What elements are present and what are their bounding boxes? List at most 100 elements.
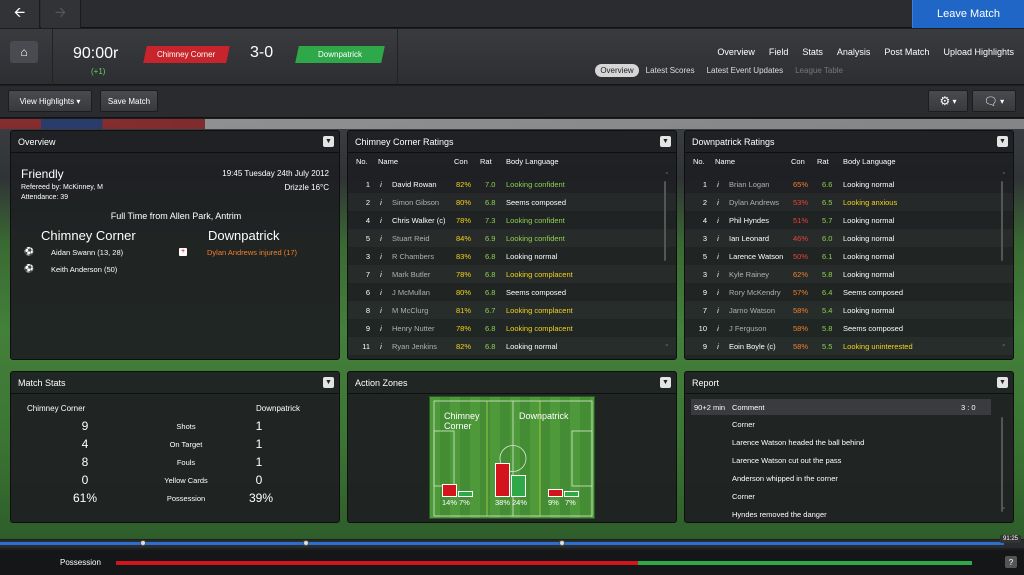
player-row[interactable]: 3 i Ian Leonard 46% 6.0 Looking normal — [685, 229, 1013, 247]
player-row[interactable]: 2 i Dylan Andrews 53% 6.5 Looking anxious — [685, 193, 1013, 211]
info-icon[interactable]: i — [715, 342, 721, 351]
info-icon[interactable]: i — [378, 270, 384, 279]
player-row[interactable]: 10 i J Ferguson 58% 5.8 Seems composed — [685, 319, 1013, 337]
player-row[interactable]: 1 i Brian Logan 65% 6.6 Looking normal — [685, 175, 1013, 193]
player-row[interactable]: 9 i Henry Nutter 78% 6.8 Looking complacent — [348, 319, 676, 337]
panel-menu-button[interactable]: ▼ — [323, 136, 334, 147]
report-line[interactable]: Larence Watson headed the ball behind — [732, 438, 864, 447]
info-icon[interactable]: i — [715, 306, 721, 315]
info-icon[interactable]: i — [378, 324, 384, 333]
info-icon[interactable]: i — [378, 288, 384, 297]
scroll-down-icon[interactable]: ˇ — [1003, 508, 1005, 515]
subnav-league-table[interactable]: League Table — [790, 64, 848, 77]
report-line[interactable]: Corner — [732, 420, 755, 429]
report-line[interactable]: Corner — [732, 492, 755, 501]
nav-stats[interactable]: Stats — [802, 47, 823, 57]
home-team-badge[interactable]: Chimney Corner — [143, 46, 230, 63]
home-event[interactable]: Keith Anderson (50) — [51, 265, 117, 274]
report-line[interactable]: Anderson whipped in the corner — [732, 474, 838, 483]
player-row[interactable]: 8i M McClurg 81% 6.7 Looking complacent — [348, 301, 676, 319]
subnav-latest-event-updates[interactable]: Latest Event Updates — [702, 64, 789, 77]
info-icon[interactable]: i — [715, 288, 721, 297]
away-team-badge[interactable]: Downpatrick — [295, 46, 385, 63]
col-no[interactable]: No. — [356, 157, 368, 166]
scrollbar[interactable] — [1001, 181, 1003, 261]
report-line[interactable]: Larence Watson cut out the pass — [732, 456, 841, 465]
info-icon[interactable]: i — [378, 216, 384, 225]
info-icon[interactable]: i — [715, 234, 721, 243]
settings-button[interactable]: ⚙ ▾ — [928, 90, 968, 112]
player-row[interactable]: 4 i Phil Hyndes 51% 5.7 Looking normal — [685, 211, 1013, 229]
scrollbar[interactable] — [664, 181, 666, 261]
player-row[interactable]: 3 i Kyle Rainey 62% 5.8 Looking normal — [685, 265, 1013, 283]
panel-menu-button[interactable]: ▼ — [997, 377, 1008, 388]
player-row[interactable]: 11 i Ryan Jenkins 82% 6.8 Looking normal — [348, 337, 676, 355]
scroll-up-icon[interactable]: ˆ — [666, 173, 668, 180]
chat-button[interactable]: 🗨 ▾ — [972, 90, 1016, 112]
timeline-event-marker[interactable] — [303, 540, 309, 546]
player-row[interactable]: 1 i David Rowan 82% 7.0 Looking confident — [348, 175, 676, 193]
col-con[interactable]: Con — [791, 157, 805, 166]
scroll-down-icon[interactable]: ˇ — [666, 345, 668, 352]
report-current-row[interactable]: 90+2 min Comment 3 : 0 — [691, 399, 991, 415]
col-rat[interactable]: Rat — [817, 157, 829, 166]
player-row[interactable]: 7 i Jarno Watson 58% 5.4 Looking normal — [685, 301, 1013, 319]
info-icon[interactable]: i — [715, 252, 721, 261]
info-icon[interactable]: i — [715, 270, 721, 279]
player-row[interactable]: 3i R Chambers 83% 6.8 Looking normal — [348, 247, 676, 265]
col-no[interactable]: No. — [693, 157, 705, 166]
back-button[interactable]: 🡨 — [0, 0, 40, 28]
info-icon[interactable]: i — [378, 342, 384, 351]
subnav-overview[interactable]: Overview — [595, 64, 639, 77]
panel-menu-button[interactable]: ▼ — [323, 377, 334, 388]
col-body-language[interactable]: Body Language — [506, 157, 559, 166]
info-icon[interactable]: i — [715, 198, 721, 207]
col-rat[interactable]: Rat — [480, 157, 492, 166]
scrollbar[interactable] — [1001, 417, 1003, 512]
info-icon[interactable]: i — [378, 234, 384, 243]
away-event[interactable]: Dylan Andrews injured (17) — [207, 248, 297, 257]
forward-button[interactable]: 🡪 — [41, 0, 81, 28]
match-timeline[interactable] — [0, 540, 1024, 548]
nav-field[interactable]: Field — [769, 47, 789, 57]
nav-analysis[interactable]: Analysis — [837, 47, 871, 57]
player-row[interactable]: 5 i Larence Watson 50% 6.1 Looking normal — [685, 247, 1013, 265]
nav-upload-highlights[interactable]: Upload Highlights — [943, 47, 1014, 57]
info-icon[interactable]: i — [378, 198, 384, 207]
home-button[interactable]: ⌂ — [10, 41, 38, 63]
report-line[interactable]: Hyndes removed the danger — [732, 510, 827, 519]
scroll-down-icon[interactable]: ˇ — [1003, 345, 1005, 352]
col-name[interactable]: Name — [715, 157, 735, 166]
col-name[interactable]: Name — [378, 157, 398, 166]
player-rating: 5.4 — [822, 306, 833, 315]
nav-overview[interactable]: Overview — [717, 47, 755, 57]
view-highlights-button[interactable]: View Highlights ▾ — [8, 90, 92, 112]
player-row[interactable]: 9 i Rory McKendry 57% 6.4 Seems composed — [685, 283, 1013, 301]
info-icon[interactable]: i — [715, 324, 721, 333]
panel-menu-button[interactable]: ▼ — [660, 377, 671, 388]
nav-post-match[interactable]: Post Match — [884, 47, 929, 57]
col-body-language[interactable]: Body Language — [843, 157, 896, 166]
timeline-event-marker[interactable] — [559, 540, 565, 546]
home-event[interactable]: Aidan Swann (13, 28) — [51, 248, 123, 257]
player-row[interactable]: 9 i Eoin Boyle (c) 58% 5.5 Looking uninterest… — [685, 337, 1013, 355]
panel-menu-button[interactable]: ▼ — [997, 136, 1008, 147]
leave-match-button[interactable]: Leave Match — [912, 0, 1024, 28]
save-match-button[interactable]: Save Match — [100, 90, 158, 112]
subnav-latest-scores[interactable]: Latest Scores — [641, 64, 700, 77]
info-icon[interactable]: i — [715, 180, 721, 189]
info-icon[interactable]: i — [378, 180, 384, 189]
panel-menu-button[interactable]: ▼ — [660, 136, 671, 147]
info-icon[interactable]: i — [378, 252, 384, 261]
player-row[interactable]: 7 i Mark Butler 78% 6.8 Looking complacent — [348, 265, 676, 283]
info-icon[interactable]: i — [378, 306, 384, 315]
help-button[interactable]: ? — [1005, 556, 1017, 568]
scroll-up-icon[interactable]: ˆ — [1003, 173, 1005, 180]
col-con[interactable]: Con — [454, 157, 468, 166]
player-row[interactable]: 4 i Chris Walker (c) 78% 7.3 Looking confiden… — [348, 211, 676, 229]
timeline-event-marker[interactable] — [140, 540, 146, 546]
info-icon[interactable]: i — [715, 216, 721, 225]
player-row[interactable]: 2 i Simon Gibson 80% 6.8 Seems composed — [348, 193, 676, 211]
player-row[interactable]: 6i J McMullan 80% 6.8 Seems composed — [348, 283, 676, 301]
player-row[interactable]: 5 i Stuart Reid 84% 6.9 Looking confident — [348, 229, 676, 247]
